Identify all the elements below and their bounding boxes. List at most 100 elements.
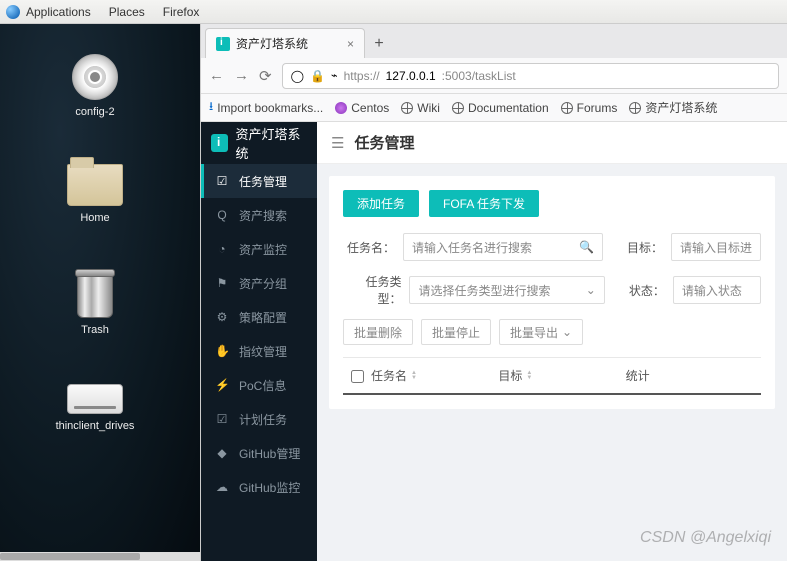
fofa-task-button[interactable]: FOFA 任务下发 <box>429 190 539 217</box>
batch-export-button[interactable]: 批量导出⌄ <box>499 319 583 345</box>
type-select[interactable]: 请选择任务类型进行搜索⌄ <box>409 276 604 304</box>
table-header: 任务名▲▼ 目标▲▼ 统计 <box>343 357 761 395</box>
sort-icon: ▲▼ <box>411 371 417 381</box>
sidebar-item-label: 策略配置 <box>239 309 287 326</box>
menu-toggle-icon[interactable]: ☰ <box>331 134 344 152</box>
label-trash: Trash <box>50 324 140 336</box>
desktop-area: config-2 Home Trash thinclient_drives <box>0 24 200 561</box>
bookmark-centos[interactable]: Centos <box>335 101 389 115</box>
th-target[interactable]: 目标▲▼ <box>498 367 625 384</box>
select-all-checkbox[interactable] <box>351 370 364 383</box>
app-logo: 资产灯塔系统 <box>201 122 317 164</box>
sidebar-item-label: 资产搜索 <box>239 207 287 224</box>
batch-stop-button[interactable]: 批量停止 <box>421 319 491 345</box>
label-status: 状态： <box>613 282 665 299</box>
sidebar-item-github-mon[interactable]: ☁GitHub监控 <box>201 470 317 504</box>
sidebar-item-github-mgmt[interactable]: ◆ GitHub管理 <box>201 436 317 470</box>
desktop-trash-icon[interactable]: Trash <box>50 274 140 336</box>
address-input[interactable]: ◯ 🔒 ⌁ https://127.0.0.1:5003/taskList <box>282 63 779 89</box>
sidebar-item-monitor[interactable]: ◔ 资产监控 <box>201 232 317 266</box>
logo-text: 资产灯塔系统 <box>236 124 308 162</box>
sidebar-item-label: 资产分组 <box>239 275 287 292</box>
taskname-input[interactable]: 请输入任务名进行搜索🔍 <box>403 233 603 261</box>
globe-icon <box>629 102 641 114</box>
sidebar-item-finger[interactable]: ✋ 指纹管理 <box>201 334 317 368</box>
desktop-cd-icon[interactable]: config-2 <box>50 54 140 118</box>
sidebar-item-group[interactable]: ⚑ 资产分组 <box>201 266 317 300</box>
folder-icon <box>67 164 123 206</box>
label-taskname: 任务名： <box>343 239 395 256</box>
sidebar-item-task[interactable]: ☑任务管理 <box>201 164 317 198</box>
poc-icon: ⚡ <box>215 378 229 392</box>
fingerprint-icon: ✋ <box>215 344 229 358</box>
plan-icon: ☑ <box>215 412 229 426</box>
batch-delete-button[interactable]: 批量删除 <box>343 319 413 345</box>
monitor-icon: ◔ <box>215 242 229 256</box>
group-icon: ⚑ <box>215 276 229 290</box>
app-body: 资产灯塔系统 ☑任务管理 Q资产搜索 ◔资产监控 ⚑资产分组 ⚙策略配置 ✋指纹… <box>201 122 787 561</box>
reload-icon[interactable]: ⟳ <box>259 67 272 85</box>
logo-icon <box>211 134 228 152</box>
search-icon: Q <box>215 208 229 222</box>
menu-places[interactable]: Places <box>109 5 145 19</box>
new-tab-button[interactable]: + <box>365 30 393 58</box>
key-icon: ⌁ <box>331 69 338 82</box>
target-input[interactable]: 请输入目标进 <box>671 233 761 261</box>
chevron-down-icon: ⌄ <box>562 325 572 339</box>
import-bookmarks[interactable]: ⭳Import bookmarks... <box>209 97 323 118</box>
back-icon[interactable]: ← <box>209 67 224 84</box>
desktop-home-icon[interactable]: Home <box>50 164 140 224</box>
drive-icon <box>67 384 123 414</box>
watermark: CSDN @Angelxiqi <box>640 529 771 547</box>
tab-title: 资产灯塔系统 <box>236 35 341 52</box>
bookmark-wiki[interactable]: Wiki <box>401 101 440 115</box>
label-home: Home <box>50 212 140 224</box>
sidebar-item-label: 指纹管理 <box>239 343 287 360</box>
sidebar-item-policy[interactable]: ⚙ 策略配置 <box>201 300 317 334</box>
sidebar-item-label: 计划任务 <box>239 411 287 428</box>
sidebar-item-label: 任务管理 <box>239 173 287 190</box>
shield-icon: ◯ <box>291 69 304 83</box>
label-config2: config-2 <box>50 106 140 118</box>
sidebar-item-label: GitHub管理 <box>239 445 300 462</box>
bookmark-asset[interactable]: 资产灯塔系统 <box>629 99 717 116</box>
sidebar: 资产灯塔系统 ☑任务管理 Q资产搜索 ◔资产监控 ⚑资产分组 ⚙策略配置 ✋指纹… <box>201 122 317 561</box>
sort-icon: ▲▼ <box>526 371 532 381</box>
add-task-button[interactable]: 添加任务 <box>343 190 419 217</box>
label-type: 任务类型： <box>343 273 401 307</box>
page-title: 任务管理 <box>354 132 414 153</box>
main-content: ☰ 任务管理 添加任务 FOFA 任务下发 任务名： 请输入任务名进行搜索🔍 目… <box>317 122 787 561</box>
label-drives: thinclient_drives <box>50 420 140 432</box>
url-path: :5003/taskList <box>442 69 516 83</box>
desktop-drives-icon[interactable]: thinclient_drives <box>50 384 140 432</box>
page-header: ☰ 任务管理 <box>317 122 787 164</box>
tab-bar: 资产灯塔系统 × + <box>201 24 787 58</box>
menu-firefox[interactable]: Firefox <box>163 5 200 19</box>
bookmarks-bar: ⭳Import bookmarks... Centos Wiki Documen… <box>201 94 787 122</box>
taskbar-scrollbar[interactable] <box>0 552 200 561</box>
content-body: 添加任务 FOFA 任务下发 任务名： 请输入任务名进行搜索🔍 目标： 请输入目… <box>317 164 787 561</box>
globe-icon <box>452 102 464 114</box>
sidebar-item-label: 资产监控 <box>239 241 287 258</box>
trash-icon <box>77 274 113 318</box>
url-bar: ← → ⟳ ◯ 🔒 ⌁ https://127.0.0.1:5003/taskL… <box>201 58 787 94</box>
bookmark-forums[interactable]: Forums <box>561 101 618 115</box>
sidebar-item-search[interactable]: Q 资产搜索 <box>201 198 317 232</box>
sidebar-item-poc[interactable]: ⚡ PoC信息 <box>201 368 317 402</box>
globe-icon <box>401 102 413 114</box>
browser-tab[interactable]: 资产灯塔系统 × <box>205 28 365 58</box>
close-tab-icon[interactable]: × <box>347 37 354 51</box>
sidebar-item-label: GitHub监控 <box>239 479 300 496</box>
th-taskname[interactable]: 任务名▲▼ <box>371 367 498 384</box>
forward-icon[interactable]: → <box>234 67 249 84</box>
status-input[interactable]: 请输入状态 <box>673 276 761 304</box>
sidebar-item-plan[interactable]: ☑ 计划任务 <box>201 402 317 436</box>
task-panel: 添加任务 FOFA 任务下发 任务名： 请输入任务名进行搜索🔍 目标： 请输入目… <box>329 176 775 409</box>
menu-applications[interactable]: Applications <box>26 5 91 19</box>
lock-icon: 🔒 <box>310 69 325 83</box>
sidebar-item-label: PoC信息 <box>239 377 286 394</box>
bookmark-docs[interactable]: Documentation <box>452 101 549 115</box>
github-icon: ◆ <box>215 446 229 460</box>
url-protocol: https:// <box>344 69 380 83</box>
gear-icon: ⚙ <box>215 310 229 324</box>
